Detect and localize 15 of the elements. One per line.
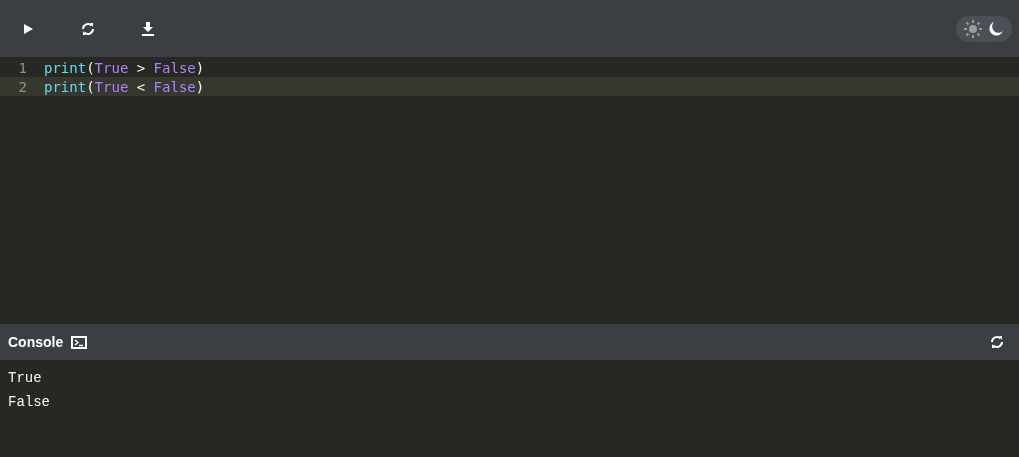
play-icon [22,22,34,35]
line-number: 1 [17,59,28,76]
refresh-icon [989,334,1005,350]
terminal-icon [71,335,88,349]
code-line: print(True < False) [44,78,205,95]
code-line: print(True > False) [44,59,205,76]
refresh-icon [80,20,96,37]
console-output-line: True [8,369,43,388]
download-icon [141,21,155,36]
console-output-line: False [8,393,51,412]
console-title: Console [8,334,64,350]
clear-console-button[interactable] [989,334,1005,350]
sun-icon[interactable] [964,19,982,38]
moon-icon[interactable] [988,20,1004,37]
line-number: 2 [17,78,28,95]
